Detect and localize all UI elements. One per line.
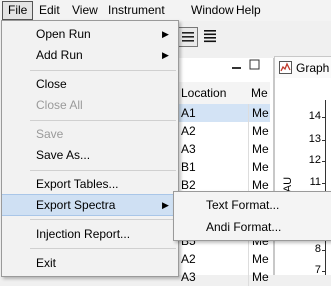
- y-axis: [325, 100, 326, 275]
- list-detail-icon[interactable]: [201, 27, 219, 45]
- table-row[interactable]: A1 Me: [178, 104, 270, 122]
- y-tick: [322, 250, 326, 251]
- menu-item-label: Close: [36, 77, 67, 91]
- menu-item-label: Export Tables...: [36, 177, 119, 191]
- file-menu-dropdown: Open Run ▶ Add Run ▶ Close Close All Sav…: [1, 20, 179, 277]
- menu-item-injection-report[interactable]: Injection Report...: [2, 223, 178, 245]
- y-tick-label: 14: [308, 110, 321, 122]
- graph-tab-icon: [279, 61, 292, 74]
- menu-item-close[interactable]: Close: [2, 73, 178, 95]
- menu-item-label: Text Format...: [206, 198, 280, 212]
- menu-separator: [30, 248, 176, 249]
- y-tick-label: 8: [314, 243, 321, 255]
- menu-item-open-run[interactable]: Open Run ▶: [2, 23, 178, 45]
- cell-location: A3: [181, 142, 196, 156]
- menu-instrument[interactable]: Instrument: [103, 2, 170, 19]
- menu-edit[interactable]: Edit: [34, 2, 65, 19]
- menu-item-andi-format[interactable]: Andi Format...: [174, 216, 331, 238]
- export-spectra-submenu: Text Format... Andi Format...: [173, 191, 331, 241]
- cell-location: B2: [181, 178, 196, 192]
- menu-item-label: Open Run: [36, 27, 91, 41]
- column-header-location[interactable]: Location: [181, 86, 226, 100]
- y-tick-label: 12: [308, 154, 321, 166]
- menu-item-label: Close All: [36, 98, 83, 112]
- cell-method: Me: [248, 122, 269, 140]
- menu-item-label: Add Run: [36, 48, 83, 62]
- menu-item-label: Andi Format...: [206, 220, 282, 234]
- list-view-icon[interactable]: [178, 27, 198, 47]
- menu-item-text-format[interactable]: Text Format...: [174, 194, 331, 216]
- y-tick-label: 11: [309, 176, 321, 188]
- menu-item-export-spectra[interactable]: Export Spectra ▶: [2, 194, 178, 216]
- menu-item-save[interactable]: Save: [2, 123, 178, 145]
- menu-item-label: Export Spectra: [36, 198, 116, 212]
- cell-location: A2: [181, 252, 196, 266]
- cell-method: Me: [248, 158, 269, 176]
- submenu-arrow-icon: ▶: [162, 29, 169, 39]
- y-tick: [322, 161, 326, 162]
- cell-method: Me: [248, 104, 269, 122]
- cell-location: A2: [181, 124, 196, 138]
- menu-item-export-tables[interactable]: Export Tables...: [2, 173, 178, 195]
- cell-method: Me: [248, 268, 269, 286]
- y-tick: [322, 117, 326, 118]
- column-header-method[interactable]: Me: [251, 86, 268, 100]
- menu-item-label: Injection Report...: [36, 227, 131, 241]
- menu-separator: [30, 70, 176, 71]
- menu-separator: [30, 219, 176, 220]
- y-tick: [322, 271, 326, 272]
- cell-method: Me: [248, 140, 269, 158]
- table-row[interactable]: A2 Me: [178, 250, 270, 268]
- minimize-icon[interactable]: [230, 59, 244, 71]
- menu-bar: File Edit View Instrument Window Help: [0, 0, 331, 22]
- y-tick-label: 7: [314, 264, 321, 276]
- submenu-arrow-icon: ▶: [162, 50, 169, 60]
- menu-separator: [30, 120, 176, 121]
- maximize-icon[interactable]: [248, 59, 262, 71]
- menu-view[interactable]: View: [67, 2, 103, 19]
- tab-graph-label: Graph: [296, 61, 330, 75]
- tab-graph[interactable]: Graph: [274, 56, 331, 79]
- menu-item-add-run[interactable]: Add Run ▶: [2, 44, 178, 66]
- menu-item-close-all[interactable]: Close All: [2, 94, 178, 116]
- menu-separator: [30, 170, 176, 171]
- table-row[interactable]: A3 Me: [178, 140, 270, 158]
- menu-item-label: Save: [36, 127, 64, 141]
- cell-location: A3: [181, 270, 196, 284]
- menu-item-label: Save As...: [36, 148, 91, 162]
- y-tick: [322, 183, 326, 184]
- table-row[interactable]: A3 Me: [178, 268, 270, 286]
- cell-method: Me: [248, 250, 269, 268]
- menu-item-label: Exit: [36, 256, 57, 270]
- menu-help[interactable]: Help: [231, 2, 266, 19]
- menu-item-save-as[interactable]: Save As...: [2, 144, 178, 166]
- table-row[interactable]: A2 Me: [178, 122, 270, 140]
- menu-file[interactable]: File: [2, 1, 34, 20]
- table-header: Location Me: [178, 82, 270, 105]
- y-tick-label: 13: [308, 133, 321, 145]
- y-tick: [322, 140, 326, 141]
- table-row[interactable]: B1 Me: [178, 158, 270, 176]
- cell-location: B1: [181, 160, 196, 174]
- menu-item-exit[interactable]: Exit: [2, 252, 178, 274]
- cell-location: A1: [181, 106, 196, 120]
- submenu-arrow-icon: ▶: [162, 200, 169, 210]
